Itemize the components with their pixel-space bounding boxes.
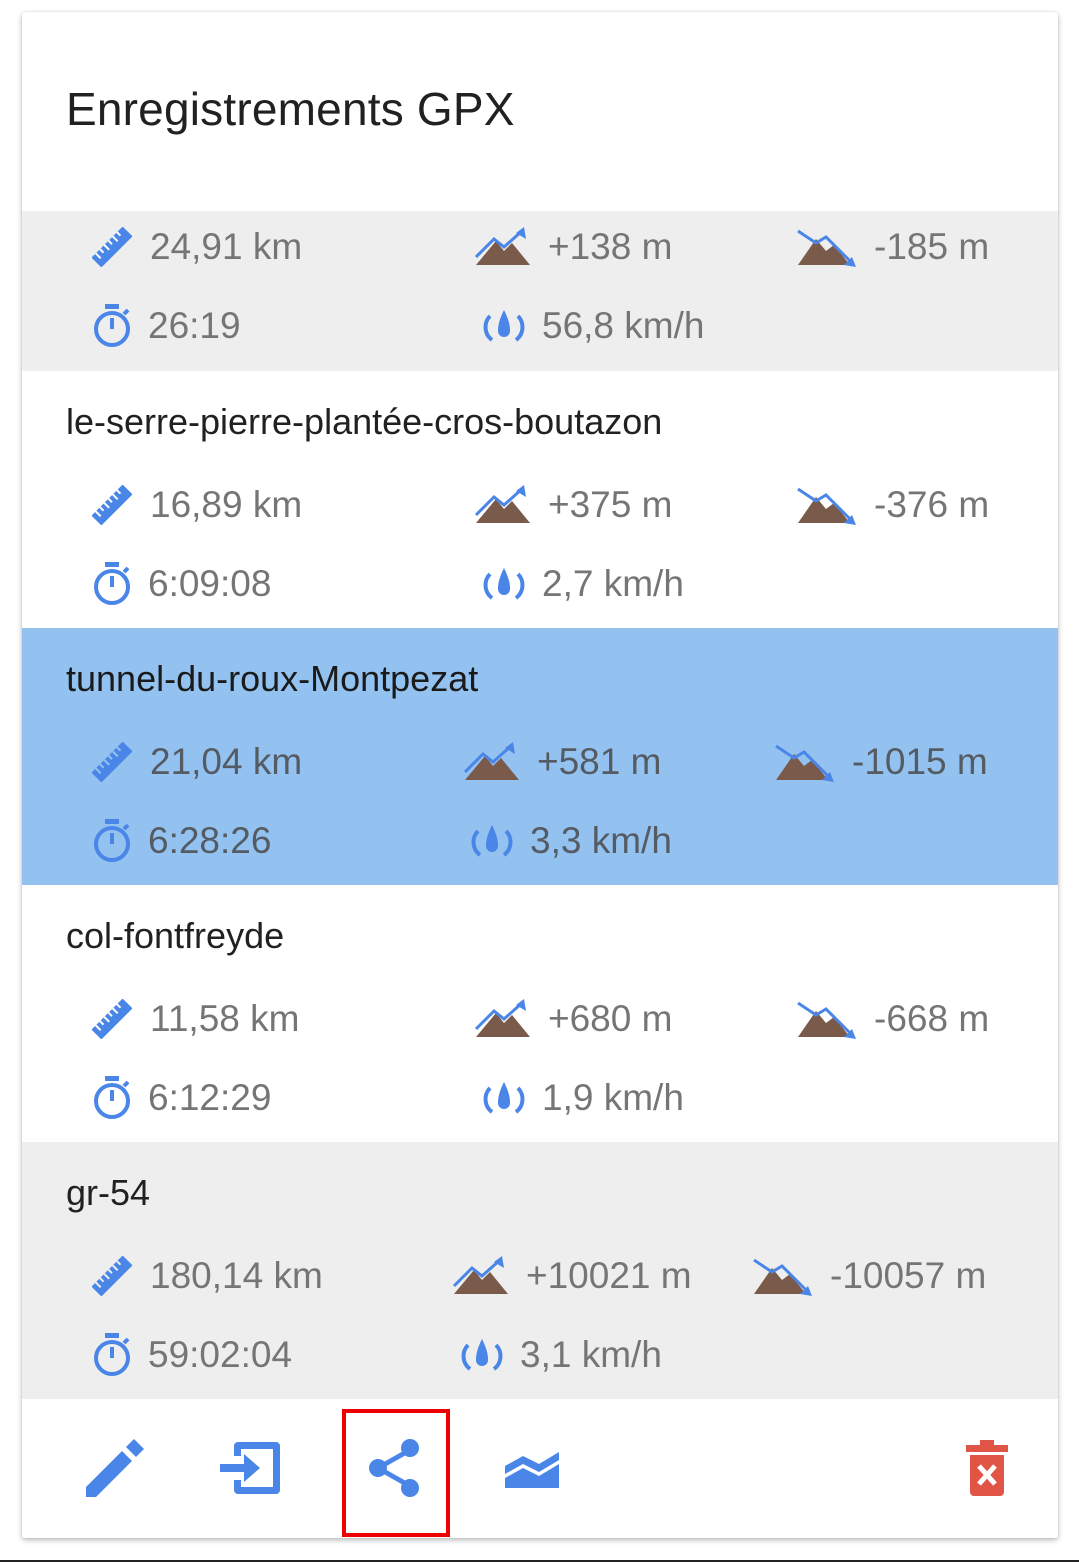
recording-name: col-fontfreyde bbox=[66, 915, 285, 956]
duration-value: 26:19 bbox=[148, 305, 241, 346]
speed-value: 2,7 km/h bbox=[542, 563, 684, 604]
recording-name: gr-54 bbox=[66, 1172, 151, 1213]
ruler-icon bbox=[90, 225, 134, 269]
speedometer-icon bbox=[482, 562, 526, 606]
recording-item[interactable]: le-serre-pierre-plantée-cros-boutazon 16… bbox=[22, 371, 1058, 628]
ascent-icon bbox=[474, 483, 532, 527]
gpx-recordings-dialog: Enregistrements GPX 24,91 km +138 m -185… bbox=[22, 12, 1058, 1538]
descent-icon bbox=[796, 483, 858, 527]
share-button[interactable] bbox=[343, 1417, 445, 1519]
distance-value: 11,58 km bbox=[150, 998, 300, 1039]
duration-value: 6:12:29 bbox=[148, 1077, 272, 1118]
recording-item[interactable]: gr-54 180,14 km +10021 m -10057 m 59:02:… bbox=[22, 1142, 1058, 1399]
recording-item[interactable]: col-fontfreyde 11,58 km +680 m -668 m 6:… bbox=[22, 885, 1058, 1142]
import-button[interactable] bbox=[200, 1417, 302, 1519]
ascent-icon bbox=[474, 225, 532, 269]
distance-value: 16,89 km bbox=[150, 484, 303, 525]
stopwatch-icon bbox=[92, 562, 132, 606]
action-toolbar bbox=[22, 1399, 1058, 1538]
descent-value: -185 m bbox=[874, 226, 990, 267]
distance-value: 21,04 km bbox=[150, 741, 303, 782]
duration-value: 6:09:08 bbox=[148, 563, 272, 604]
ascent-value: +10021 m bbox=[526, 1255, 692, 1296]
descent-value: -1015 m bbox=[852, 741, 988, 782]
descent-icon bbox=[752, 1254, 814, 1298]
speed-value: 3,3 km/h bbox=[530, 820, 672, 861]
share-icon bbox=[366, 1438, 422, 1498]
delete-icon bbox=[965, 1440, 1009, 1496]
descent-icon bbox=[796, 997, 858, 1041]
recording-item[interactable]: 24,91 km +138 m -185 m 26:19 56,8 km/h bbox=[22, 211, 1058, 371]
stopwatch-icon bbox=[92, 304, 132, 348]
descent-icon bbox=[774, 740, 836, 784]
speedometer-icon bbox=[470, 819, 514, 863]
pencil-icon bbox=[80, 1435, 146, 1501]
speedometer-icon bbox=[482, 1076, 526, 1120]
ascent-icon bbox=[463, 740, 521, 784]
ascent-value: +680 m bbox=[548, 998, 673, 1039]
distance-value: 24,91 km bbox=[150, 226, 303, 267]
ruler-icon bbox=[90, 997, 134, 1041]
recording-name: le-serre-pierre-plantée-cros-boutazon bbox=[66, 401, 663, 442]
ruler-icon bbox=[90, 1254, 134, 1298]
ruler-icon bbox=[90, 740, 134, 784]
stopwatch-icon bbox=[92, 1333, 132, 1377]
dialog-title: Enregistrements GPX bbox=[66, 83, 515, 135]
recordings-list[interactable]: 24,91 km +138 m -185 m 26:19 56,8 km/h l… bbox=[22, 211, 1058, 1399]
ruler-icon bbox=[90, 483, 134, 527]
recording-item-selected[interactable]: tunnel-du-roux-Montpezat 21,04 km +581 m… bbox=[22, 628, 1058, 885]
ascent-icon bbox=[474, 997, 532, 1041]
edit-button[interactable] bbox=[62, 1417, 164, 1519]
stopwatch-icon bbox=[92, 819, 132, 863]
ascent-value: +581 m bbox=[537, 741, 662, 782]
speed-value: 56,8 km/h bbox=[542, 305, 705, 346]
speedometer-icon bbox=[460, 1333, 504, 1377]
ascent-value: +138 m bbox=[548, 226, 673, 267]
descent-icon bbox=[796, 225, 858, 269]
delete-button[interactable] bbox=[936, 1417, 1038, 1519]
duration-value: 59:02:04 bbox=[148, 1334, 293, 1375]
ascent-icon bbox=[452, 1254, 510, 1298]
import-icon bbox=[218, 1438, 284, 1498]
descent-value: -376 m bbox=[874, 484, 990, 525]
stopwatch-icon bbox=[92, 1076, 132, 1120]
elevation-profile-button[interactable] bbox=[482, 1417, 584, 1519]
ascent-value: +375 m bbox=[548, 484, 673, 525]
recording-name: tunnel-du-roux-Montpezat bbox=[66, 658, 479, 699]
elevation-chart-icon bbox=[503, 1446, 563, 1490]
descent-value: -10057 m bbox=[830, 1255, 987, 1296]
speed-value: 1,9 km/h bbox=[542, 1077, 684, 1118]
distance-value: 180,14 km bbox=[150, 1255, 323, 1296]
speed-value: 3,1 km/h bbox=[520, 1334, 662, 1375]
duration-value: 6:28:26 bbox=[148, 820, 272, 861]
descent-value: -668 m bbox=[874, 998, 990, 1039]
speedometer-icon bbox=[482, 304, 526, 348]
